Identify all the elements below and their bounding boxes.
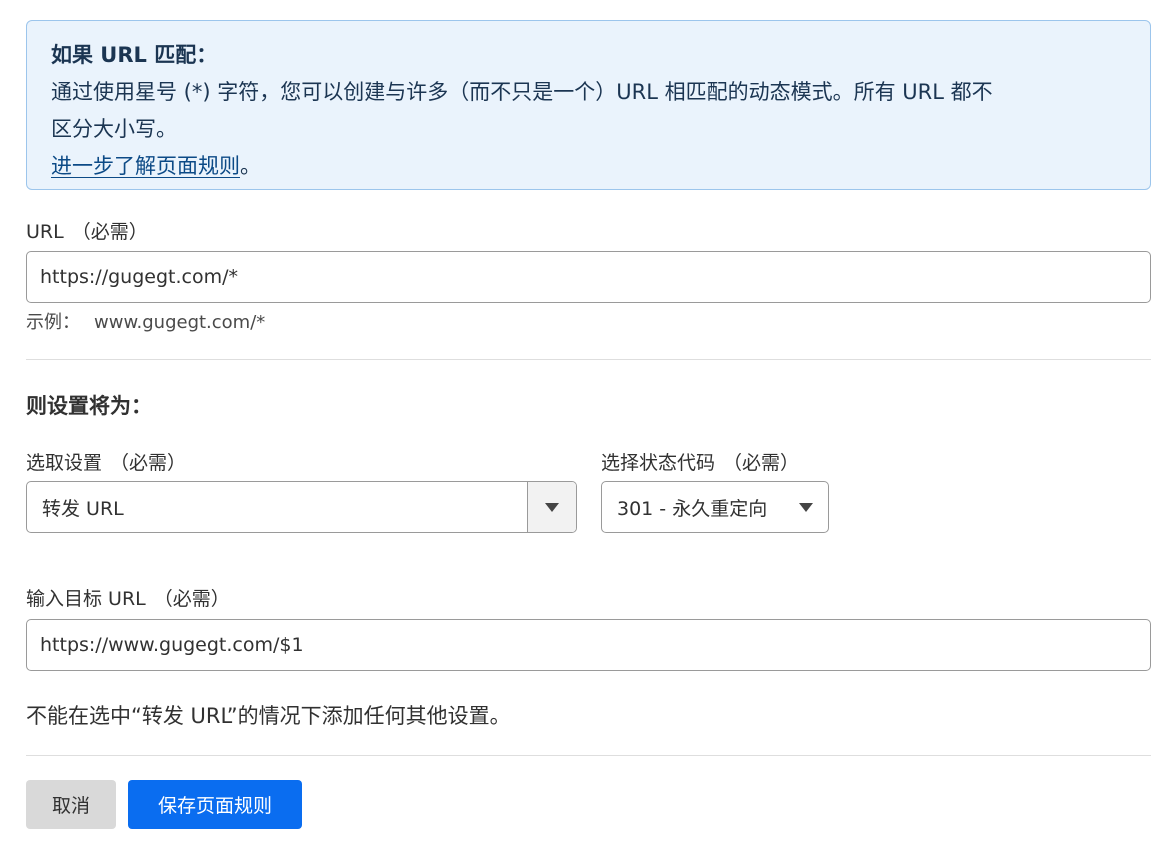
target-url-required-text: （必需） bbox=[153, 588, 230, 610]
cancel-button[interactable]: 取消 bbox=[26, 780, 116, 829]
learn-more-link[interactable]: 进一步了解页面规则 bbox=[51, 154, 240, 178]
info-link-line: 进一步了解页面规则。 bbox=[51, 148, 1126, 185]
setting-select-required-text: （必需） bbox=[110, 452, 187, 474]
divider bbox=[26, 359, 1151, 360]
setting-select-toggle[interactable] bbox=[527, 482, 576, 532]
url-example-hint: 示例： www.gugegt.com/* bbox=[26, 308, 265, 334]
url-input[interactable] bbox=[26, 251, 1151, 303]
url-required-text: （必需） bbox=[71, 221, 148, 243]
info-body-line1: 通过使用星号 (*) 字符，您可以创建与许多（而不只是一个）URL 相匹配的动态… bbox=[51, 80, 993, 104]
save-page-rule-button[interactable]: 保存页面规则 bbox=[128, 780, 302, 829]
info-title: 如果 URL 匹配： bbox=[51, 43, 218, 67]
target-url-input[interactable] bbox=[26, 619, 1151, 671]
status-select-label-text: 选择状态代码 bbox=[601, 452, 716, 474]
info-body-line2: 区分大小写。 bbox=[51, 117, 177, 141]
chevron-down-icon bbox=[799, 502, 813, 512]
forward-url-notice: 不能在选中“转发 URL”的情况下添加任何其他设置。 bbox=[26, 704, 511, 728]
url-example-label: 示例： bbox=[26, 312, 80, 333]
setting-select-value: 转发 URL bbox=[42, 497, 124, 520]
divider bbox=[26, 755, 1151, 756]
chevron-down-icon bbox=[545, 502, 559, 512]
status-select-label: 选择状态代码 （必需） bbox=[601, 448, 799, 475]
status-select-required-text: （必需） bbox=[723, 452, 800, 474]
target-url-label-text: 输入目标 URL bbox=[26, 588, 146, 610]
info-link-suffix: 。 bbox=[240, 154, 261, 178]
url-label-text: URL bbox=[26, 221, 64, 243]
status-code-select[interactable]: 301 - 永久重定向 bbox=[601, 481, 829, 533]
setting-select-label-text: 选取设置 bbox=[26, 452, 103, 474]
setting-select-label: 选取设置 （必需） bbox=[26, 448, 186, 475]
status-code-select-value: 301 - 永久重定向 bbox=[617, 497, 768, 520]
settings-section-title: 则设置将为： bbox=[26, 394, 152, 418]
url-label: URL （必需） bbox=[26, 217, 148, 244]
url-match-info-box: 如果 URL 匹配： 通过使用星号 (*) 字符，您可以创建与许多（而不只是一个… bbox=[26, 20, 1151, 190]
setting-select[interactable]: 转发 URL bbox=[26, 481, 577, 533]
page-rule-form: 如果 URL 匹配： 通过使用星号 (*) 字符，您可以创建与许多（而不只是一个… bbox=[0, 0, 1176, 855]
target-url-label: 输入目标 URL （必需） bbox=[26, 584, 230, 611]
url-example-value: www.gugegt.com/* bbox=[94, 312, 266, 333]
